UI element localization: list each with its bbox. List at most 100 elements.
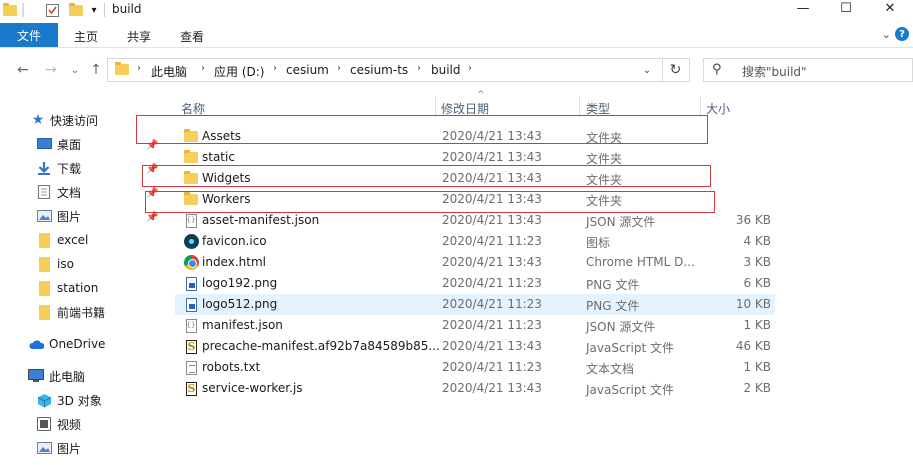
sidebar-item-downloads[interactable]: 下载 <box>0 157 140 179</box>
refresh-button[interactable]: ↻ <box>662 58 688 82</box>
column-type[interactable]: 类型 <box>586 100 610 117</box>
breadcrumb-drive-d[interactable]: 应用 (D:) <box>214 63 264 80</box>
folder-row[interactable]: Workers 2020/4/21 13:43 文件夹 <box>175 189 775 210</box>
file-date: 2020/4/21 13:43 <box>442 213 542 227</box>
recent-locations-button[interactable]: ⌄ <box>66 61 84 79</box>
sidebar-item-desktop[interactable]: 桌面 <box>0 133 140 155</box>
search-box[interactable]: ⚲ 搜索"build" <box>703 58 913 82</box>
desktop-icon <box>36 137 52 151</box>
file-date: 2020/4/21 11:23 <box>442 234 542 248</box>
sidebar-label: 图片 <box>57 209 82 224</box>
minimize-button[interactable]: — <box>783 0 823 16</box>
sidebar-item-iso[interactable]: iso <box>0 253 140 275</box>
pin-icon[interactable]: 📌 <box>146 164 158 175</box>
sidebar-label: iso <box>57 257 74 271</box>
new-folder-icon[interactable] <box>68 1 84 19</box>
breadcrumb-separator[interactable]: › <box>201 63 205 74</box>
file-size: 10 KB <box>735 297 771 311</box>
sidebar-item-excel[interactable]: excel <box>0 229 140 251</box>
sidebar-label: 文档 <box>57 185 82 200</box>
picture-icon <box>36 209 52 223</box>
file-name: precache-manifest.af92b7a84589b85... <box>202 339 440 353</box>
file-size: 3 KB <box>743 255 771 269</box>
column-divider[interactable] <box>700 96 701 118</box>
sidebar-label: station <box>57 281 99 295</box>
breadcrumb-separator[interactable]: › <box>337 63 341 74</box>
sidebar-item-frontend-books[interactable]: 前端书籍 <box>0 301 140 323</box>
breadcrumb-build[interactable]: build <box>431 63 461 77</box>
file-row[interactable]: precache-manifest.af92b7a84589b85...2020… <box>175 336 775 357</box>
breadcrumb-separator[interactable]: › <box>137 63 141 74</box>
breadcrumb-separator[interactable]: › <box>417 63 421 74</box>
sidebar-item-station[interactable]: station <box>0 277 140 299</box>
file-row[interactable]: logo512.png 2020/4/21 11:23 PNG 文件 10 KB <box>175 294 775 315</box>
column-size[interactable]: 大小 <box>706 100 730 117</box>
breadcrumb-cesium[interactable]: cesium <box>286 63 329 77</box>
column-date[interactable]: 修改日期 <box>441 100 489 117</box>
sidebar-item-this-pc[interactable]: 此电脑 <box>0 365 140 387</box>
sort-ascending-icon: ^ <box>477 90 485 100</box>
tab-home[interactable]: 主页 <box>74 28 98 45</box>
up-button[interactable]: ↑ <box>87 61 105 79</box>
forward-button[interactable]: → <box>42 61 60 79</box>
breadcrumb-separator[interactable]: › <box>468 63 472 74</box>
sidebar-item-3d-objects[interactable]: 3D 对象 <box>0 389 140 411</box>
file-row[interactable]: manifest.json 2020/4/21 11:23 JSON 源文件 1 KB <box>175 315 775 336</box>
file-row[interactable]: index.html 2020/4/21 13:43 Chrome HTML D..… <box>175 252 775 273</box>
maximize-button[interactable]: ☐ <box>826 0 866 16</box>
download-icon <box>36 161 52 175</box>
file-date: 2020/4/21 13:43 <box>442 171 542 185</box>
folder-row[interactable]: Assets 2020/4/21 13:43 文件夹 <box>175 126 775 147</box>
folder-icon <box>183 150 199 165</box>
sidebar-item-onedrive[interactable]: OneDrive <box>0 333 140 355</box>
file-row[interactable]: robots.txt 2020/4/21 11:23 文本文档 1 KB <box>175 357 775 378</box>
javascript-file-icon <box>183 381 199 396</box>
properties-icon[interactable] <box>44 1 60 19</box>
breadcrumb-this-pc[interactable]: 此电脑 <box>151 63 187 80</box>
file-date: 2020/4/21 13:43 <box>442 339 542 353</box>
sidebar-item-pc-pictures[interactable]: 图片 <box>0 437 140 459</box>
file-size: 36 KB <box>735 213 771 227</box>
back-button[interactable]: ← <box>14 61 32 79</box>
tab-file[interactable]: 文件 <box>0 23 58 47</box>
expand-ribbon-icon[interactable]: ⌄ <box>882 28 891 41</box>
sidebar-label: excel <box>57 233 89 247</box>
file-name: robots.txt <box>202 360 261 374</box>
address-bar[interactable]: › 此电脑 › 应用 (D:) › cesium › cesium-ts › b… <box>107 58 690 82</box>
file-name: Assets <box>202 129 242 143</box>
pin-icon[interactable]: 📌 <box>146 140 158 151</box>
column-divider[interactable] <box>435 96 436 118</box>
sidebar-item-quick-access[interactable]: ★ 快速访问 <box>0 109 140 131</box>
javascript-file-icon <box>183 339 199 354</box>
sidebar-label: 3D 对象 <box>57 393 102 408</box>
sidebar-item-documents[interactable]: 文档 <box>0 181 140 203</box>
tab-share[interactable]: 共享 <box>127 28 151 45</box>
file-row[interactable]: favicon.ico 2020/4/21 11:23 图标 4 KB <box>175 231 775 252</box>
file-row[interactable]: logo192.png 2020/4/21 11:23 PNG 文件 6 KB <box>175 273 775 294</box>
help-icon[interactable]: ? <box>895 27 909 41</box>
close-button[interactable]: ✕ <box>870 0 910 16</box>
column-divider[interactable] <box>579 96 580 118</box>
image-file-icon <box>183 276 199 291</box>
file-date: 2020/4/21 13:43 <box>442 150 542 164</box>
sidebar-item-pictures[interactable]: 图片 <box>0 205 140 227</box>
column-header: ^ 名称 修改日期 类型 大小 <box>175 90 913 118</box>
file-name: manifest.json <box>202 318 283 332</box>
column-name[interactable]: 名称 <box>181 100 205 117</box>
folder-row[interactable]: static 2020/4/21 13:43 文件夹 <box>175 147 775 168</box>
address-history-dropdown[interactable]: ⌄ <box>636 58 658 82</box>
breadcrumb-separator[interactable]: › <box>273 63 277 74</box>
qa-dropdown-icon[interactable]: ▾ <box>88 1 100 19</box>
pin-icon[interactable]: 📌 <box>146 188 158 199</box>
folder-row[interactable]: Widgets 2020/4/21 13:43 文件夹 <box>175 168 775 189</box>
tab-view[interactable]: 查看 <box>180 28 204 45</box>
file-row[interactable]: service-worker.js 2020/4/21 13:43 JavaScri… <box>175 378 775 399</box>
file-type: 文件夹 <box>586 173 623 187</box>
sidebar-item-videos[interactable]: 视频 <box>0 413 140 435</box>
file-type: 文本文档 <box>586 362 635 376</box>
breadcrumb-cesium-ts[interactable]: cesium-ts <box>350 63 408 77</box>
title-bar: ▾ build — ☐ ✕ <box>0 0 913 22</box>
pin-icon[interactable]: 📌 <box>146 212 158 223</box>
folder-icon <box>36 304 52 320</box>
file-row[interactable]: asset-manifest.json 2020/4/21 13:43 JSON 源… <box>175 210 775 231</box>
